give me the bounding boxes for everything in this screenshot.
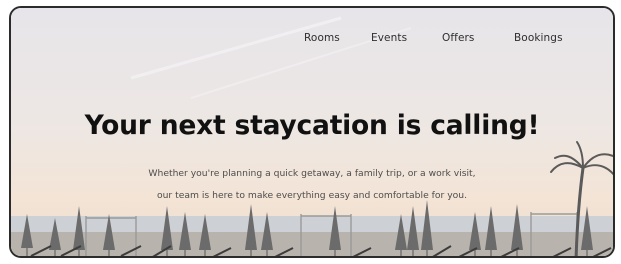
nav-link-bookings[interactable]: Bookings bbox=[514, 32, 563, 44]
hero-subtitle-line-1: Whether you're planning a quick getaway,… bbox=[148, 168, 476, 179]
top-navigation: Rooms Events Offers Bookings bbox=[11, 32, 613, 52]
hero-title: Your next staycation is calling! bbox=[84, 110, 540, 141]
nav-link-offers[interactable]: Offers bbox=[442, 32, 475, 44]
hero-window: Rooms Events Offers Bookings Your next s… bbox=[9, 6, 615, 258]
nav-link-events[interactable]: Events bbox=[371, 32, 407, 44]
hero-subtitle-line-2: our team is here to make everything easy… bbox=[156, 190, 467, 201]
nav-link-rooms[interactable]: Rooms bbox=[304, 32, 340, 44]
